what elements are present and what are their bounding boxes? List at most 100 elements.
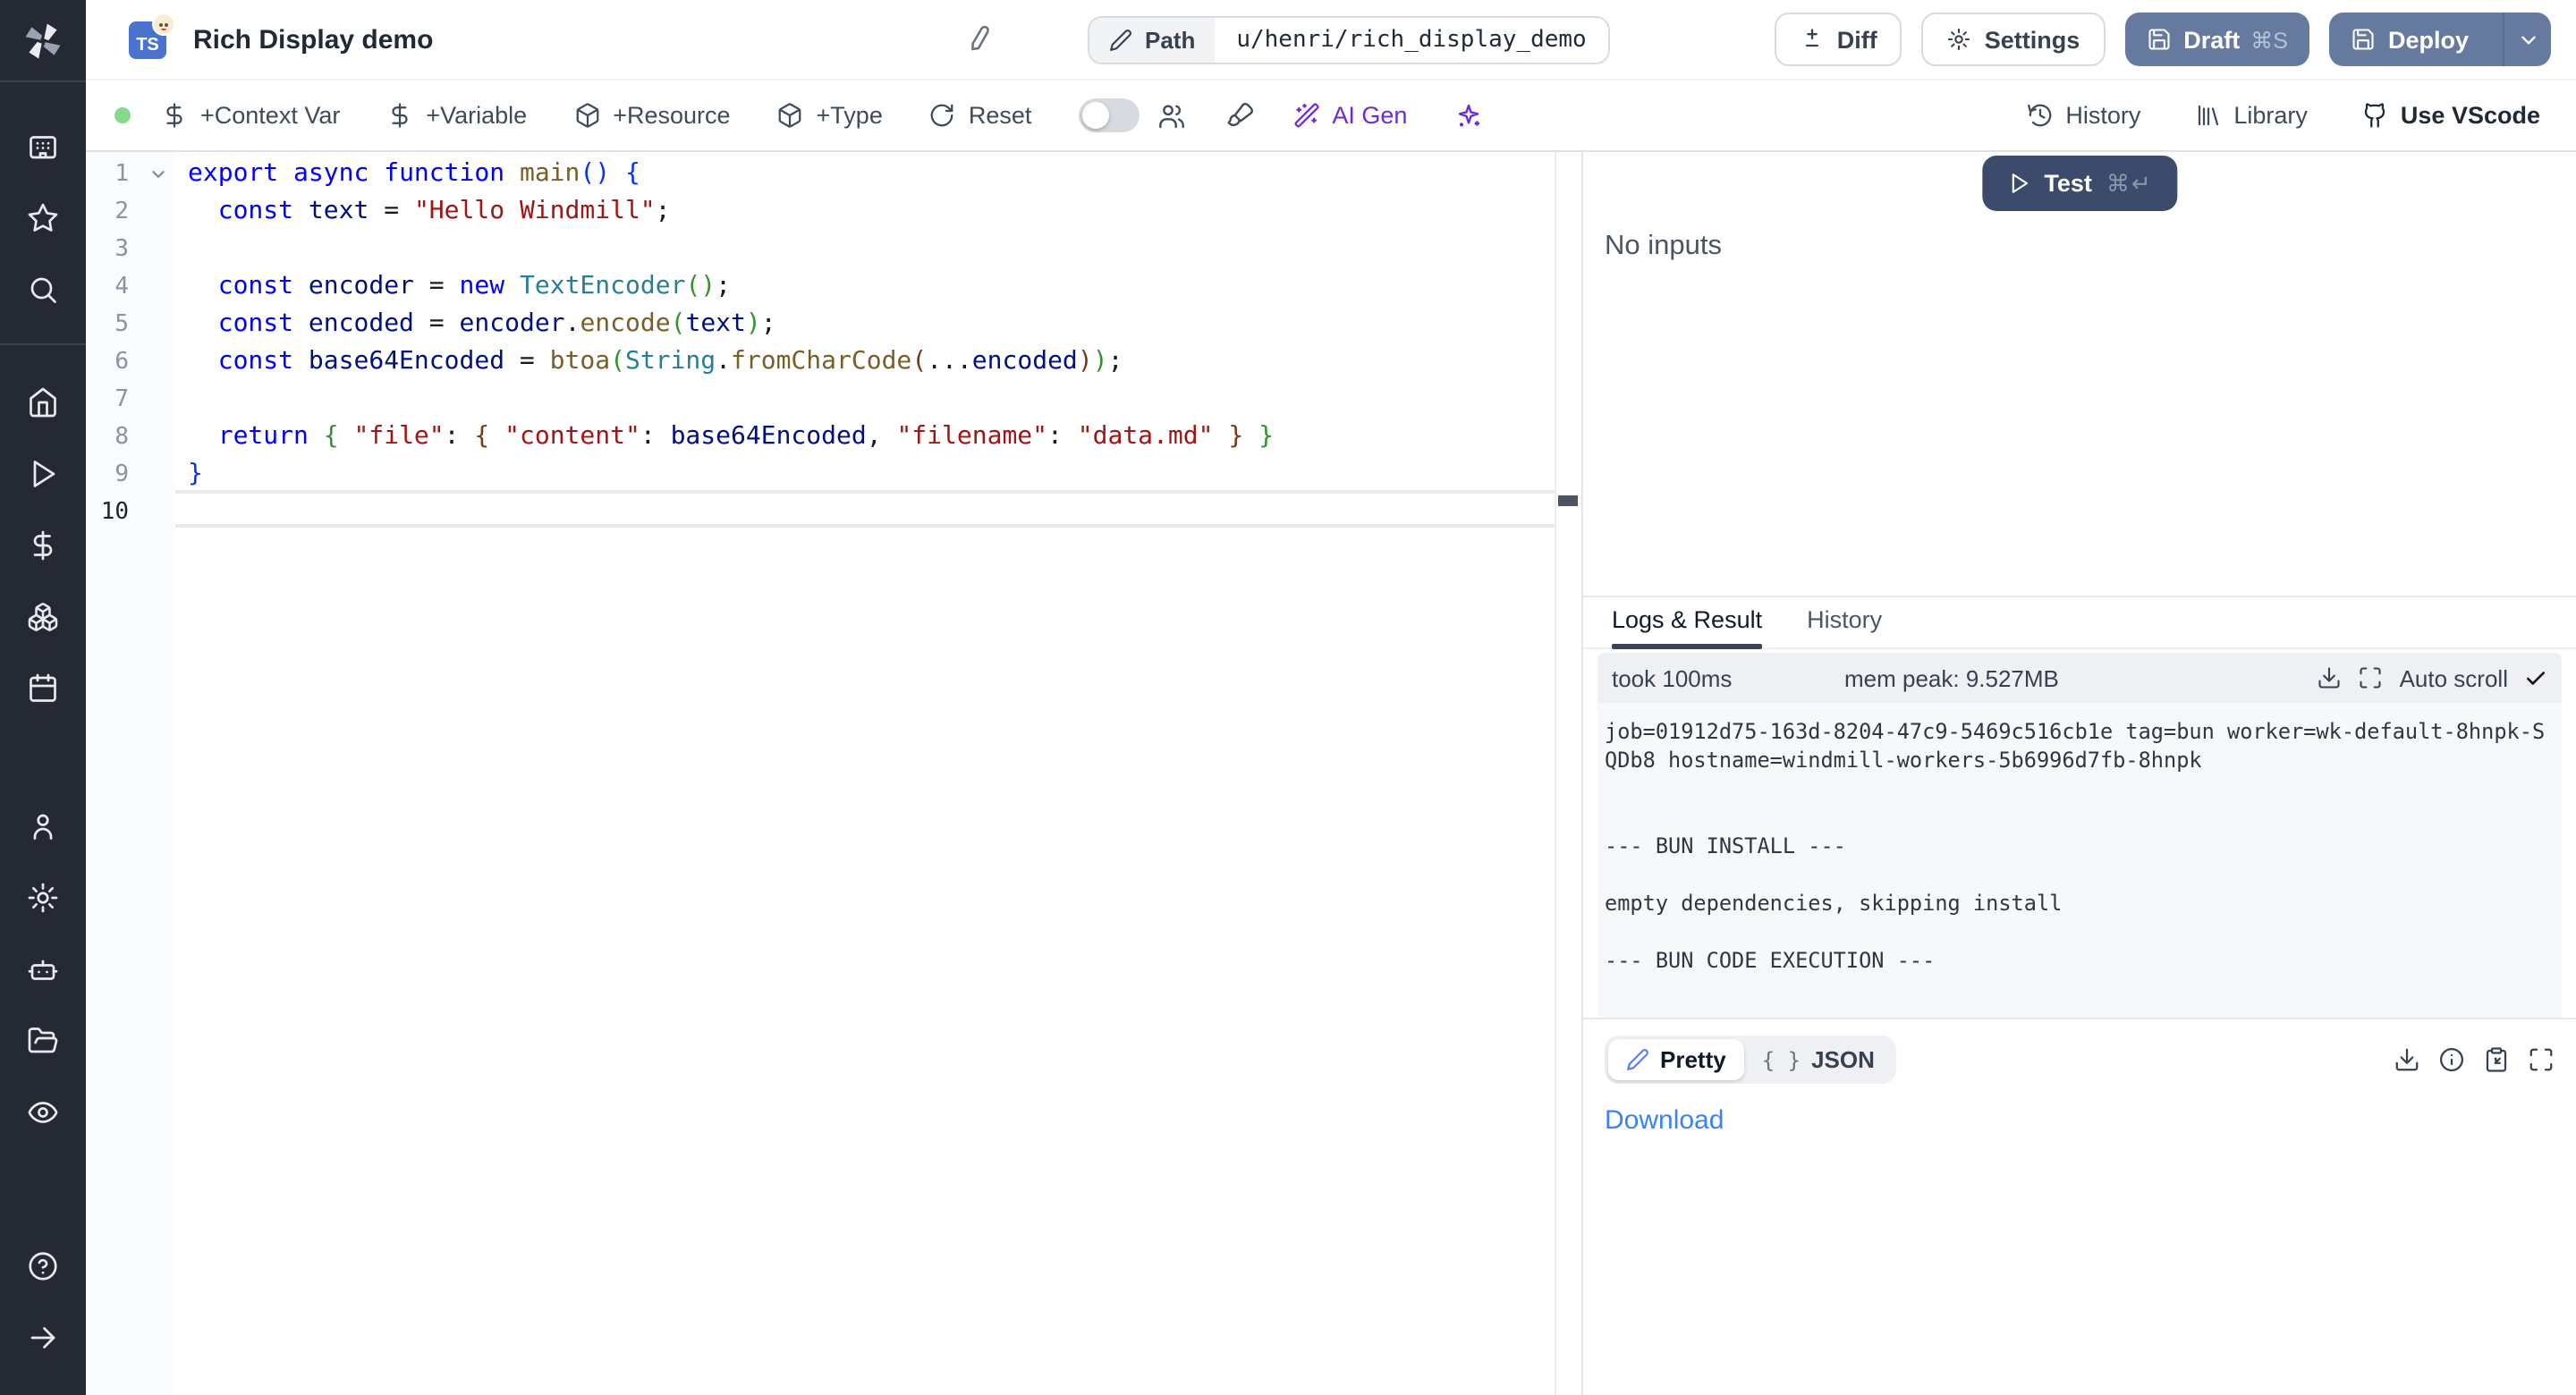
pencil-icon [1109, 29, 1132, 52]
code-line[interactable]: 4 const encoder = new TextEncoder(); [86, 268, 1581, 306]
editor-overview-ruler[interactable] [1555, 152, 1556, 1395]
test-button[interactable]: Test ⌘↵ [1981, 156, 2177, 211]
fold-chevron-icon[interactable] [129, 165, 188, 184]
sidebar-item-settings[interactable] [0, 866, 86, 937]
paintbrush-icon [1224, 101, 1253, 130]
check-icon[interactable] [2524, 666, 2547, 689]
search-icon [27, 273, 59, 314]
sidebar-item-collapse[interactable] [0, 1306, 86, 1377]
sparkles-button[interactable] [1453, 101, 1482, 130]
sidebar-item-search[interactable] [0, 258, 86, 329]
expand-logs-icon[interactable] [2359, 665, 2384, 690]
history-button[interactable]: History [2026, 102, 2140, 129]
expand-result-icon[interactable] [2528, 1046, 2555, 1073]
code-text: export async function main() { [188, 156, 1581, 193]
add-context-var-button[interactable]: +Context Var [161, 102, 340, 129]
line-number: 5 [86, 306, 129, 343]
dollar-icon [386, 102, 413, 129]
code-line[interactable]: 10 [86, 494, 1581, 531]
tab-logs-result[interactable]: Logs & Result [1612, 606, 1762, 647]
library-icon [2194, 102, 2221, 129]
sidebar-item-user[interactable] [0, 794, 86, 866]
deploy-button[interactable]: Deploy [2329, 13, 2551, 66]
reset-icon [929, 102, 956, 129]
code-line[interactable]: 3 [86, 231, 1581, 268]
add-variable-button[interactable]: +Variable [386, 102, 527, 129]
inputs-section: Test ⌘↵ No inputs [1583, 152, 2576, 596]
code-line[interactable]: 9} [86, 456, 1581, 494]
sidebar [0, 0, 86, 1395]
info-icon[interactable] [2438, 1046, 2465, 1073]
path-value: u/henri/rich_display_demo [1215, 18, 1607, 63]
path-selector[interactable]: Path u/henri/rich_display_demo [1088, 16, 1610, 64]
page-title: Rich Display demo [193, 24, 433, 55]
line-number: 7 [86, 381, 129, 418]
add-type-button[interactable]: +Type [777, 102, 883, 129]
ai-gen-button[interactable]: AI Gen [1292, 102, 1407, 129]
sidebar-item-resources[interactable] [0, 585, 86, 656]
gear-icon [1947, 27, 1972, 52]
pretty-toggle[interactable]: Pretty [1608, 1039, 1744, 1080]
format-button[interactable] [1224, 101, 1253, 130]
use-vscode-button[interactable]: Use VScode [2361, 102, 2540, 129]
sidebar-item-home[interactable] [0, 370, 86, 442]
tab-history[interactable]: History [1807, 606, 1882, 647]
diff-mode-toggle[interactable] [1078, 98, 1139, 132]
dollar-icon [27, 528, 59, 570]
download-link[interactable]: Download [1605, 1105, 1724, 1136]
code-line[interactable]: 7 [86, 381, 1581, 418]
sidebar-item-schedules[interactable] [0, 656, 86, 728]
sidebar-item-help[interactable] [0, 1234, 86, 1306]
multiplayer-button[interactable] [1157, 101, 1185, 130]
play-icon [2006, 172, 2029, 195]
folder-open-icon [27, 1024, 59, 1065]
settings-button[interactable]: Settings [1922, 13, 2106, 66]
code-line[interactable]: 1 export async function main() { [86, 156, 1581, 193]
github-icon [2361, 102, 2388, 129]
user-icon [27, 809, 59, 850]
deploy-more-button[interactable] [2503, 13, 2551, 66]
mem-peak: mem peak: 9.527MB [1844, 664, 2059, 691]
sidebar-item-runs[interactable] [0, 442, 86, 513]
line-number: 2 [86, 193, 129, 231]
copy-json-icon[interactable] [2483, 1046, 2510, 1073]
dollar-icon [161, 102, 188, 129]
pencil-icon [962, 23, 993, 54]
sidebar-item-favorites[interactable] [0, 186, 86, 258]
editor-toolbar: +Context Var +Variable +Resource +Type R… [86, 80, 2576, 152]
run-duration: took 100ms [1612, 664, 1844, 691]
edit-summary-button[interactable] [962, 23, 993, 63]
code-text: const encoder = new TextEncoder(); [188, 268, 1581, 306]
code-line[interactable]: 8 return { "file": { "content": base64En… [86, 418, 1581, 456]
windmill-logo[interactable] [0, 0, 86, 82]
download-result-icon[interactable] [2394, 1046, 2420, 1073]
line-number: 1 [86, 156, 129, 193]
json-toggle[interactable]: { } JSON [1744, 1039, 1893, 1080]
wand-sparkles-icon [1292, 102, 1319, 129]
users-icon [1157, 101, 1185, 130]
sidebar-item-audit-logs[interactable] [0, 1080, 86, 1152]
library-button[interactable]: Library [2194, 102, 2308, 129]
code-line[interactable]: 6 const base64Encoded = btoa(String.from… [86, 343, 1581, 381]
sidebar-item-workspace[interactable] [0, 114, 86, 186]
history-icon [2026, 102, 2053, 129]
code-editor[interactable]: 1 export async function main() {2 const t… [86, 152, 1581, 1395]
sidebar-item-folders[interactable] [0, 1009, 86, 1080]
reset-button[interactable]: Reset [929, 102, 1032, 129]
line-number: 3 [86, 231, 129, 268]
draft-shortcut: ⌘S [2250, 26, 2288, 53]
code-text: const encoded = encoder.encode(text); [188, 306, 1581, 343]
add-resource-button[interactable]: +Resource [573, 102, 730, 129]
path-label: Path [1145, 27, 1195, 54]
panel-tabs: Logs & Result History [1583, 597, 2576, 649]
code-line[interactable]: 2 const text = "Hello Windmill"; [86, 193, 1581, 231]
package-icon [777, 102, 804, 129]
sidebar-item-workers[interactable] [0, 937, 86, 1009]
log-output[interactable]: job=01912d75-163d-8204-47c9-5469c516cb1e… [1597, 703, 2562, 1018]
download-logs-icon[interactable] [2318, 665, 2343, 690]
diff-button[interactable]: Diff [1775, 13, 1902, 66]
chevron-down-icon [2516, 28, 2539, 51]
code-line[interactable]: 5 const encoded = encoder.encode(text); [86, 306, 1581, 343]
draft-button[interactable]: Draft ⌘S [2124, 13, 2309, 66]
sidebar-item-variables[interactable] [0, 513, 86, 585]
